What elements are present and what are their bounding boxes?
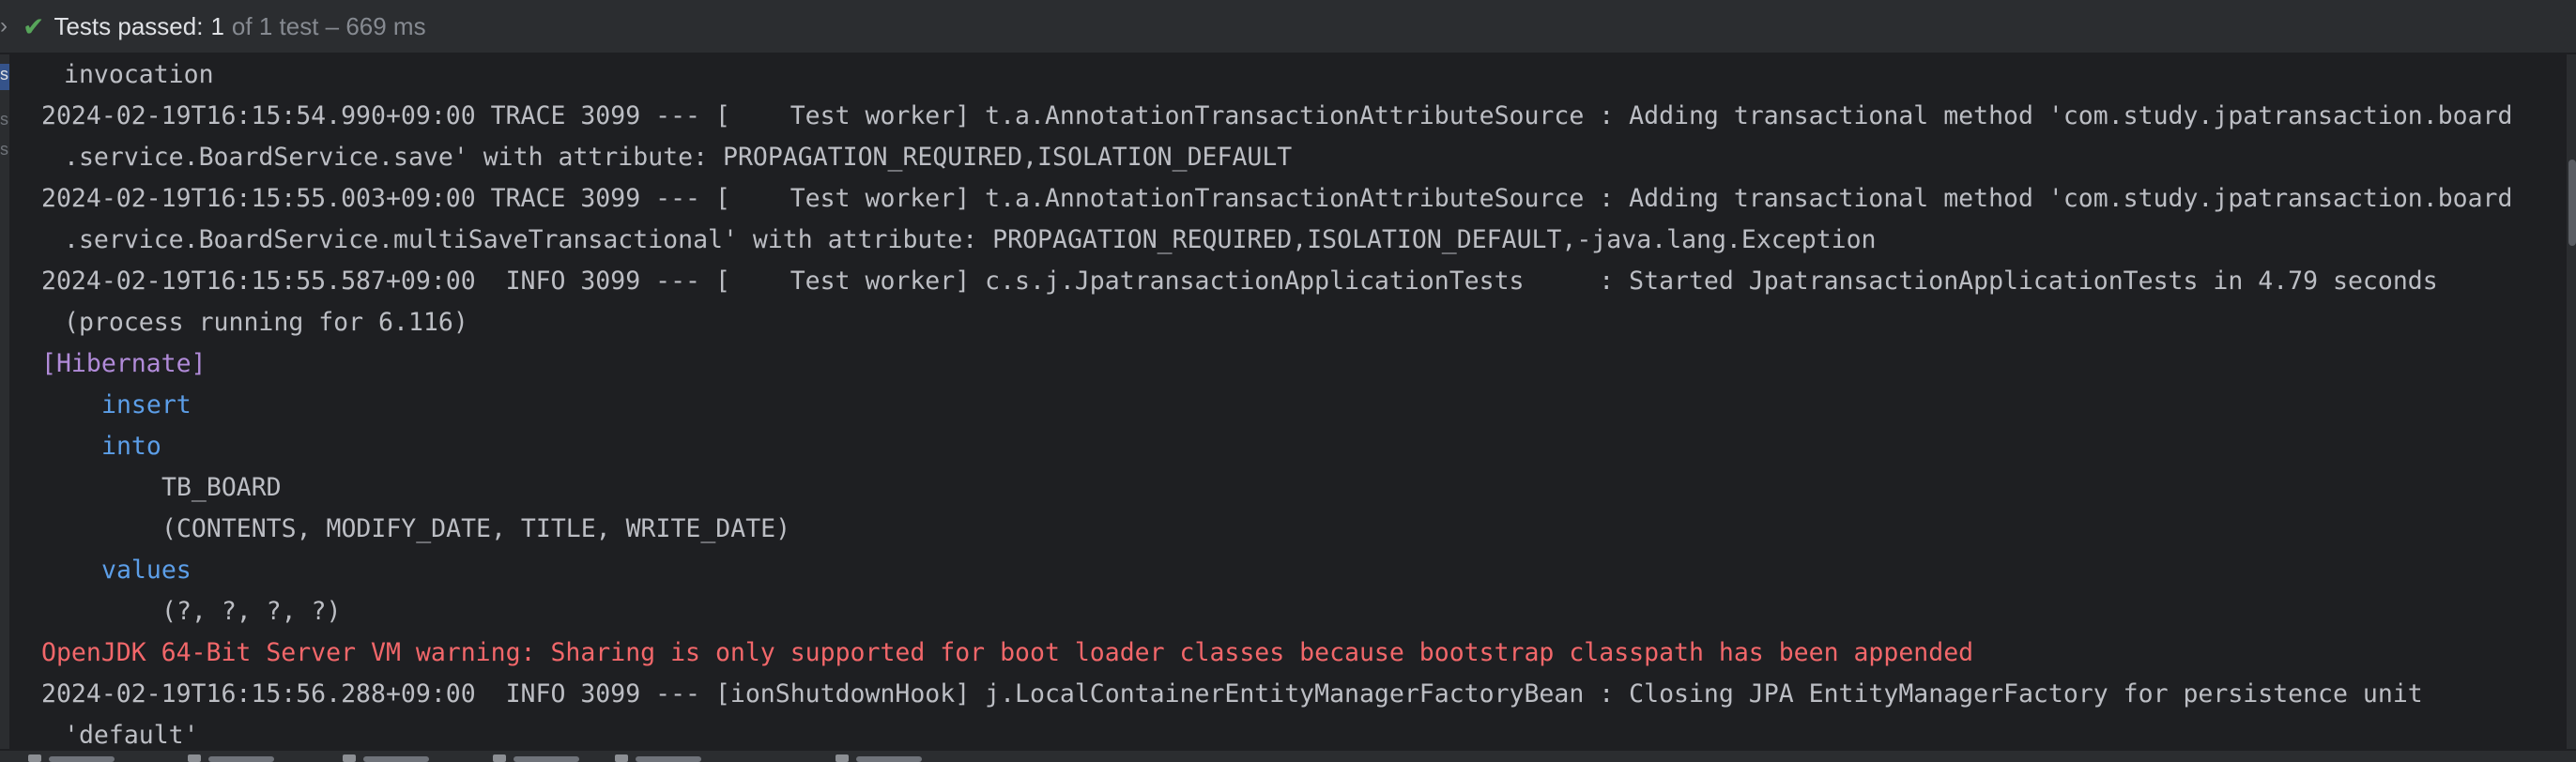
gutter-marker[interactable]: s <box>0 139 9 165</box>
log-line: .service.BoardService.multiSaveTransacti… <box>64 225 1877 254</box>
jvm-warning: OpenJDK 64-Bit Server VM warning: Sharin… <box>41 638 1974 667</box>
test-results-header: › ✔ Tests passed: 1 of 1 test – 669 ms <box>0 0 2576 54</box>
status-detail: of 1 test – 669 ms <box>231 11 426 40</box>
sql-keyword: insert <box>101 390 192 419</box>
log-line: 2024-02-19T16:15:55.587+09:00 INFO 3099 … <box>41 267 2438 296</box>
log-line: 2024-02-19T16:15:56.288+09:00 INFO 3099 … <box>41 679 2423 709</box>
passed-count: 1 <box>210 11 224 40</box>
check-icon: ✔ <box>23 11 45 41</box>
tool-window-tab[interactable] <box>836 753 948 762</box>
log-line: 'default' <box>64 721 199 749</box>
sql-text: TB_BOARD <box>161 473 282 502</box>
log-line: .service.BoardService.save' with attribu… <box>64 143 1293 172</box>
tool-window-tab[interactable] <box>343 753 455 762</box>
chevron-right-icon[interactable]: › <box>0 13 8 39</box>
log-line: invocation <box>64 60 214 89</box>
console-output[interactable]: invocation 2024-02-19T16:15:54.990+09:00… <box>9 54 2567 749</box>
tool-window-tab[interactable] <box>188 753 300 762</box>
sql-keyword: values <box>101 556 192 585</box>
tool-window-tab[interactable] <box>28 753 141 762</box>
log-line: 2024-02-19T16:15:55.003+09:00 TRACE 3099… <box>41 184 2513 213</box>
hibernate-tag: [Hibernate] <box>41 349 207 378</box>
status-prefix: Tests passed: <box>54 11 204 40</box>
sql-text: (CONTENTS, MODIFY_DATE, TITLE, WRITE_DAT… <box>161 514 791 543</box>
log-line: (process running for 6.116) <box>64 308 468 337</box>
gutter-marker[interactable]: s <box>0 64 9 90</box>
console-scrollbar[interactable] <box>2568 160 2576 246</box>
test-status: ✔ Tests passed: 1 of 1 test – 669 ms <box>23 9 426 43</box>
tool-window-tab[interactable] <box>615 753 728 762</box>
left-gutter: s s s <box>0 54 9 749</box>
tool-window-tab[interactable] <box>493 753 606 762</box>
sql-text: (?, ?, ?, ?) <box>161 597 342 626</box>
sql-keyword: into <box>101 432 161 461</box>
log-line: 2024-02-19T16:15:54.990+09:00 TRACE 3099… <box>41 101 2513 130</box>
gutter-marker[interactable]: s <box>0 109 9 135</box>
